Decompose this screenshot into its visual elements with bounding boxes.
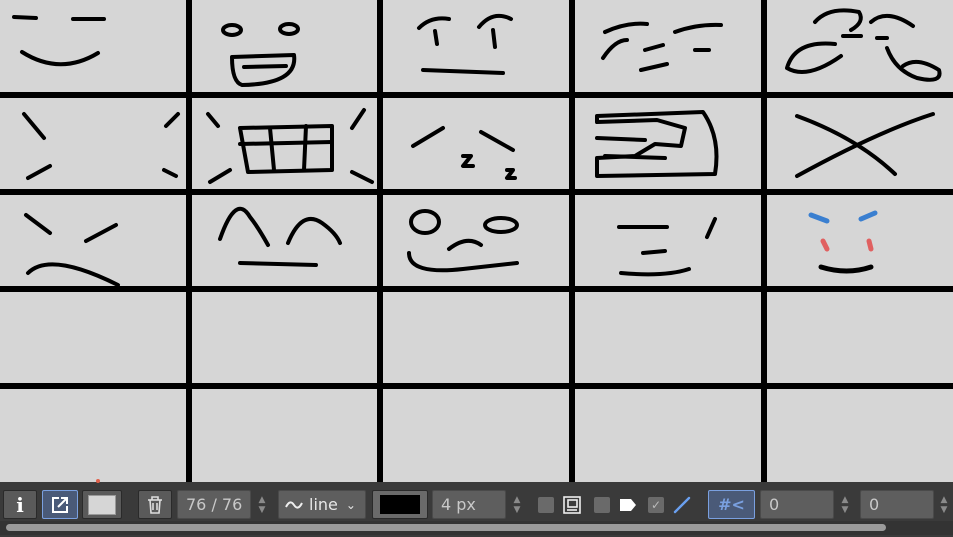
frame-position-marker [96,479,100,483]
frame-cell[interactable] [383,98,569,189]
frame-cell[interactable] [0,292,186,383]
onion-skin-toggle[interactable] [560,490,584,519]
info-icon: i [16,492,24,517]
frame-drawing [808,210,878,274]
frame-cell[interactable] [767,389,953,482]
frame-drawing [22,112,180,180]
offset-x-value: 0 [769,495,780,514]
info-button[interactable]: i [3,490,37,519]
frame-drawing [601,21,723,72]
grid-toggle-button[interactable]: #< [708,490,755,519]
frame-drawing [785,8,942,82]
frame-cell[interactable] [383,195,569,286]
frame-drawing [407,209,519,273]
offset-x-stepper[interactable]: ▲ ▼ [838,490,852,519]
horizontal-scrollbar-thumb[interactable] [6,524,886,531]
tag-checkbox[interactable] [594,497,610,513]
frame-drawing [417,13,513,75]
frame-cell[interactable] [0,195,186,286]
frame-cell[interactable] [767,98,953,189]
frame-cell[interactable] [383,292,569,383]
chevron-up-icon: ▲ [513,494,521,505]
background-color-swatch [88,494,116,515]
frame-cell[interactable] [0,389,186,482]
frame-cell[interactable] [767,0,953,92]
chevron-down-icon: ⌄ [345,497,356,512]
frame-cell[interactable] [575,0,761,92]
frame-cell[interactable] [192,195,377,286]
chevron-down-icon: ▼ [841,504,849,515]
frame-cell[interactable] [192,98,377,189]
frame-cell[interactable] [192,0,377,92]
chevron-up-icon: ▲ [258,494,266,505]
brush-type-label: line [309,495,338,514]
brush-size-field[interactable]: 4 px [432,490,506,519]
frame-cell[interactable] [575,195,761,286]
chevron-down-icon: ▼ [258,504,266,515]
frame-cell[interactable] [383,389,569,482]
frame-drawing [617,217,717,277]
pen-icon [673,496,691,513]
brush-size-value: 4 px [441,495,476,514]
frame-cell[interactable] [0,0,186,92]
offset-y-field[interactable]: 0 [860,490,934,519]
brush-color-button[interactable] [372,490,428,519]
brush-color-swatch [380,495,420,514]
frame-counter-field[interactable]: 76 / 76 [177,490,251,519]
export-button[interactable] [42,490,78,519]
frame-counter-stepper[interactable]: ▲ ▼ [255,490,269,519]
chevron-up-icon: ▲ [841,494,849,505]
frame-cell[interactable] [767,195,953,286]
wave-icon [285,500,303,509]
chevron-up-icon: ▲ [940,494,948,505]
frame-drawing [795,112,935,178]
frame-cell[interactable] [0,98,186,189]
pen-toggle[interactable] [670,490,694,519]
frame-counter-value: 76 / 76 [186,495,243,514]
brush-type-select[interactable]: line ⌄ [278,490,366,519]
frame-drawing [24,213,120,286]
pen-checkbox[interactable]: ✓ [648,497,664,513]
frame-drawing [595,110,719,178]
brush-size-stepper[interactable]: ▲ ▼ [510,490,524,519]
frame-cell[interactable] [383,0,569,92]
frame-drawing [218,206,342,267]
tag-icon [620,498,636,511]
onion-skin-icon [563,495,581,514]
export-icon [52,496,68,513]
chevron-down-icon: ▼ [940,504,948,515]
grid-icon: #< [718,495,745,514]
check-icon: ✓ [650,498,662,512]
frame-cell[interactable] [767,292,953,383]
offset-y-stepper[interactable]: ▲ ▼ [937,490,951,519]
frame-cell[interactable] [575,292,761,383]
onion-skin-checkbox[interactable] [538,497,554,513]
frame-cell[interactable] [575,389,761,482]
tag-toggle[interactable] [616,490,640,519]
frame-cell[interactable] [192,292,377,383]
delete-frame-button[interactable] [138,490,172,519]
trash-icon [148,495,162,514]
offset-y-value: 0 [869,495,880,514]
frame-drawing [221,22,300,87]
frame-drawing [411,126,517,180]
sprite-grid [0,0,953,482]
frame-cell[interactable] [192,389,377,482]
offset-x-field[interactable]: 0 [760,490,834,519]
chevron-down-icon: ▼ [513,504,521,515]
background-color-button[interactable] [82,490,122,519]
frame-drawing [206,108,374,184]
frame-drawing [12,15,106,67]
frame-cell[interactable] [575,98,761,189]
